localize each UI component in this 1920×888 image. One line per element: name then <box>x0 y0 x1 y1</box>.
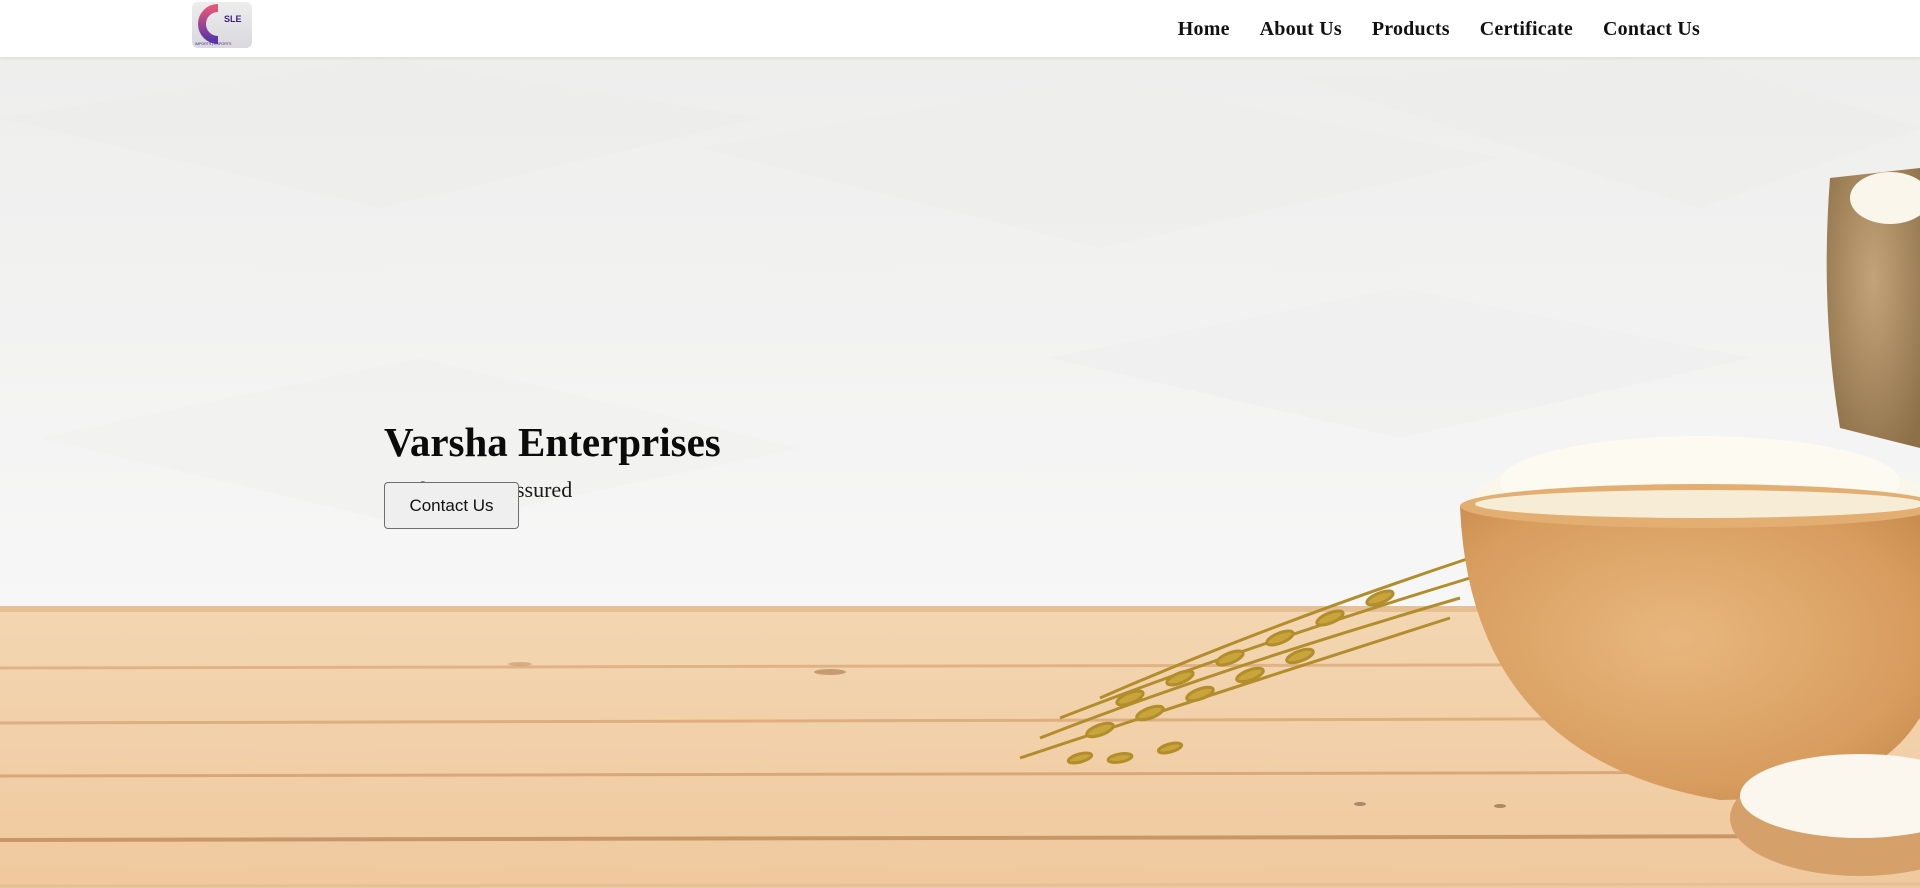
hero-title: Varsha Enterprises <box>384 419 721 465</box>
hero-background-image <box>0 58 1920 888</box>
nav-contact-us[interactable]: Contact Us <box>1603 18 1700 41</box>
nav-certificate[interactable]: Certificate <box>1480 18 1573 41</box>
company-logo[interactable]: SLE IMPORTS | EXPORTS <box>192 2 252 48</box>
nav-home[interactable]: Home <box>1178 18 1230 41</box>
hero-contact-button[interactable]: Contact Us <box>384 482 519 529</box>
logo-letters: SLE <box>224 14 242 24</box>
logo-tagline: IMPORTS | EXPORTS <box>195 42 232 46</box>
rice-sack <box>1826 168 1920 448</box>
hero-section: Varsha Enterprises Quality Rice Assured <box>0 58 1920 888</box>
nav-about-us[interactable]: About Us <box>1260 18 1342 41</box>
site-header: SLE IMPORTS | EXPORTS Home About Us Prod… <box>0 0 1920 58</box>
nav-products[interactable]: Products <box>1372 18 1450 41</box>
logo-mark-icon: SLE IMPORTS | EXPORTS <box>195 4 242 46</box>
main-navigation: Home About Us Products Certificate Conta… <box>1178 0 1700 58</box>
